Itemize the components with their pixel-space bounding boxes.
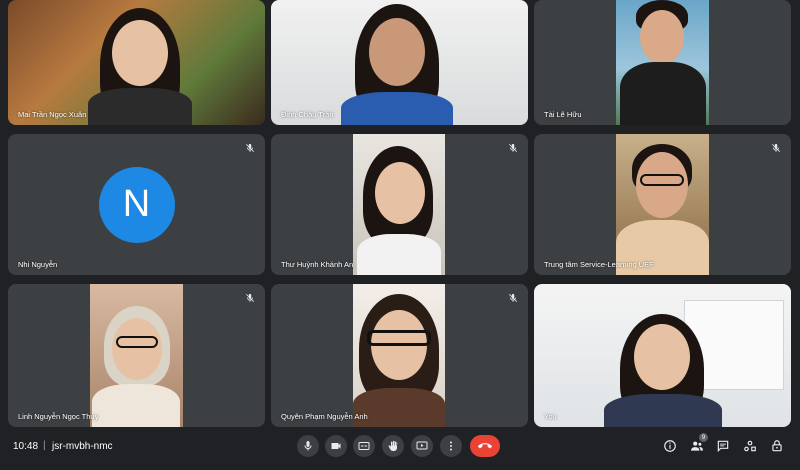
activities-icon bbox=[744, 440, 756, 452]
mic-off-icon bbox=[508, 143, 518, 153]
participant-tile[interactable]: Tài Lê Hữu bbox=[534, 0, 791, 125]
participant-tile[interactable]: Mai Trần Ngọc Xuân bbox=[8, 0, 265, 125]
participant-tile[interactable]: N Nhi Nguyễn bbox=[8, 134, 265, 275]
participant-tile[interactable]: Thư Huỳnh Khánh An bbox=[271, 134, 528, 275]
meeting-controls-bar: 10:48 | jsr-mvbh-nmc 9 bbox=[0, 427, 800, 470]
participant-name: Đinh Châu Trân bbox=[281, 110, 334, 119]
raise-hand-button[interactable] bbox=[382, 435, 404, 457]
mic-off-icon bbox=[771, 143, 781, 153]
microphone-button[interactable] bbox=[297, 435, 319, 457]
participant-video bbox=[353, 134, 445, 275]
present-button[interactable] bbox=[411, 435, 433, 457]
people-count-badge: 9 bbox=[699, 433, 708, 442]
mic-off-icon bbox=[245, 293, 255, 303]
separator: | bbox=[43, 440, 46, 451]
participant-name: Quyên Phạm Nguyễn Anh bbox=[281, 412, 368, 421]
participant-name: You bbox=[544, 412, 557, 421]
participant-tile[interactable]: Linh Nguyễn Ngọc Thủy bbox=[8, 284, 265, 427]
info-icon bbox=[664, 440, 676, 452]
present-icon bbox=[416, 441, 428, 450]
captions-icon bbox=[358, 442, 370, 450]
participant-tile[interactable]: Trung tâm Service-Learning UEF bbox=[534, 134, 791, 275]
host-controls-button[interactable] bbox=[769, 438, 785, 454]
participant-tile[interactable]: Quyên Phạm Nguyễn Anh bbox=[271, 284, 528, 427]
hang-up-icon bbox=[478, 443, 492, 449]
participant-name: Trung tâm Service-Learning UEF bbox=[544, 260, 654, 269]
mic-off-icon bbox=[245, 143, 255, 153]
raise-hand-icon bbox=[388, 440, 398, 451]
hang-up-button[interactable] bbox=[470, 435, 500, 457]
participant-name: Tài Lê Hữu bbox=[544, 110, 582, 119]
more-options-icon bbox=[450, 441, 452, 451]
microphone-icon bbox=[304, 441, 312, 451]
mic-off-icon bbox=[508, 293, 518, 303]
participant-video bbox=[8, 0, 265, 125]
chat-icon bbox=[717, 440, 729, 453]
meeting-code: jsr-mvbh-nmc bbox=[52, 441, 113, 452]
avatar: N bbox=[98, 166, 175, 243]
chat-button[interactable] bbox=[715, 438, 731, 454]
host-controls-icon bbox=[772, 440, 782, 452]
participant-name: Thư Huỳnh Khánh An bbox=[281, 260, 354, 269]
participant-name: Linh Nguyễn Ngọc Thủy bbox=[18, 412, 99, 421]
participant-video bbox=[534, 284, 791, 427]
meeting-time: 10:48 bbox=[13, 441, 39, 452]
participant-name: Mai Trần Ngọc Xuân bbox=[18, 110, 87, 119]
activities-button[interactable] bbox=[742, 438, 758, 454]
camera-button[interactable] bbox=[325, 435, 347, 457]
more-options-button[interactable] bbox=[440, 435, 462, 457]
participant-video bbox=[90, 284, 183, 427]
participant-video bbox=[353, 284, 445, 427]
participant-name: Nhi Nguyễn bbox=[18, 260, 58, 269]
captions-button[interactable] bbox=[353, 435, 375, 457]
camera-icon bbox=[331, 443, 341, 449]
participant-video bbox=[616, 134, 709, 275]
participant-tile[interactable]: You bbox=[534, 284, 791, 427]
participant-grid: Mai Trần Ngọc Xuân Đinh Châu Trân Tài Lê… bbox=[8, 0, 792, 427]
participant-video bbox=[616, 0, 709, 125]
meeting-details-button[interactable] bbox=[662, 438, 678, 454]
participant-video bbox=[271, 0, 528, 125]
participant-tile[interactable]: Đinh Châu Trân bbox=[271, 0, 528, 125]
